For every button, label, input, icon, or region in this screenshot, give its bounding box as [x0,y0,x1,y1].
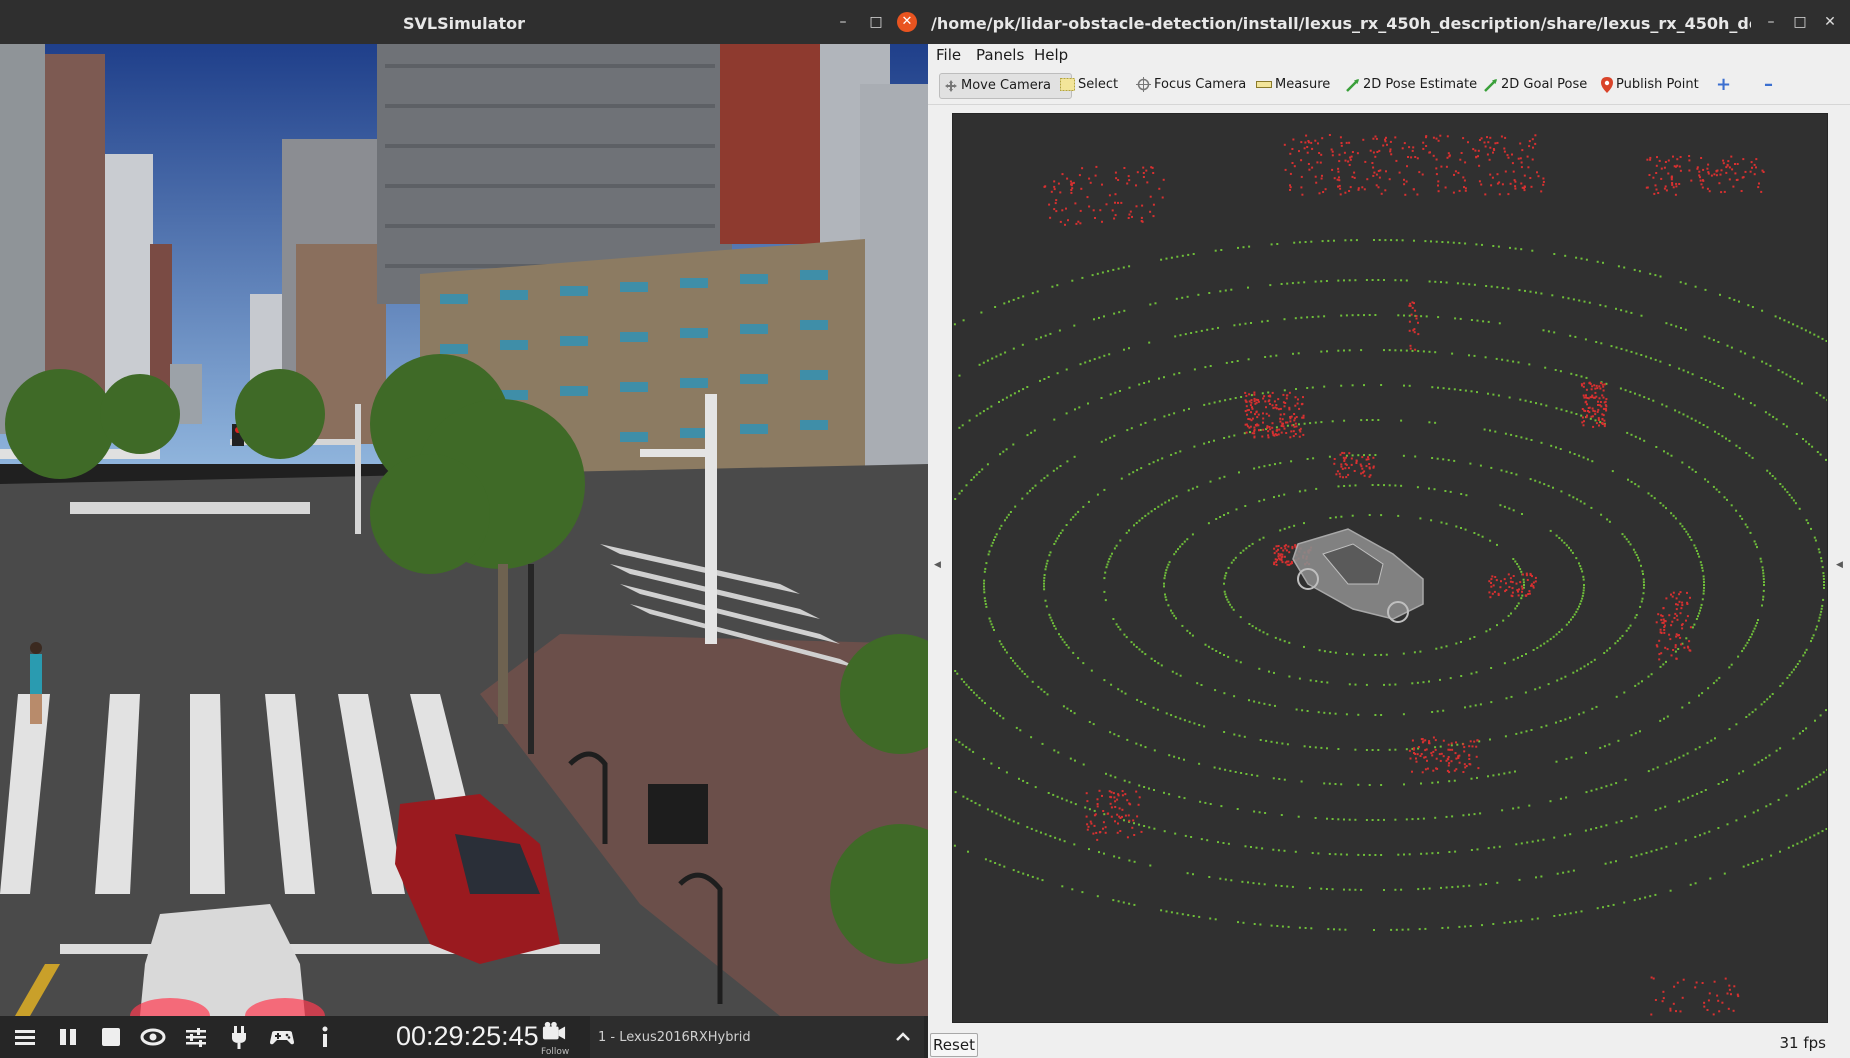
ego-vehicle-model [1292,528,1424,623]
pose-estimate-tool[interactable]: 2D Pose Estimate [1346,73,1477,97]
select-icon [1060,78,1075,91]
sliders-icon[interactable] [182,1023,210,1051]
move-icon [945,79,957,92]
svl-simulator-window: SVLSimulator – □ ✕ 00:29:25:45 Follow 1 … [0,0,928,1058]
select-tool[interactable]: Select [1060,73,1118,97]
focus-camera-label: Focus Camera [1154,77,1247,92]
vehicle-name: 1 - Lexus2016RXHybrid [598,1030,751,1045]
publish-point-label: Publish Point [1616,77,1699,92]
follow-camera-icon[interactable] [541,1020,567,1044]
select-label: Select [1078,77,1119,92]
green-arrow-icon [1346,78,1359,92]
menu-help[interactable]: Help [1034,46,1068,64]
focus-camera-tool[interactable]: Focus Camera [1136,73,1246,97]
green-arrow-icon [1484,78,1497,92]
focus-icon [1136,77,1151,92]
pose-estimate-label: 2D Pose Estimate [1363,77,1478,92]
left-dock-collapse[interactable]: ◀ [928,105,948,1025]
maximize-icon[interactable]: □ [1791,13,1809,31]
city-scene [0,44,928,1016]
goal-pose-tool[interactable]: 2D Goal Pose [1484,73,1587,97]
rviz-window-title: /home/pk/lidar-obstacle-detection/instal… [931,14,1751,33]
eye-icon[interactable] [139,1023,167,1051]
maximize-icon[interactable]: □ [867,13,885,31]
simulator-camera-view[interactable] [0,44,928,1016]
minimize-icon[interactable]: – [834,13,852,31]
gamepad-icon[interactable] [268,1023,296,1051]
simulator-control-bar: 00:29:25:45 Follow 1 - Lexus2016RXHybrid [0,1016,928,1058]
minimize-icon[interactable]: – [1762,13,1780,31]
simulation-time: 00:29:25:45 [396,1021,539,1051]
tool-bar: Move Camera Select Focus Camera Measure … [928,66,1850,105]
rviz-3d-viewport[interactable] [952,113,1828,1023]
plug-icon[interactable] [225,1023,253,1051]
goal-pose-label: 2D Goal Pose [1501,77,1588,92]
stop-icon[interactable] [97,1023,125,1051]
publish-point-tool[interactable]: Publish Point [1601,73,1699,97]
ruler-icon [1256,81,1272,88]
follow-label: Follow [541,1047,570,1057]
close-icon[interactable]: ✕ [897,12,917,32]
close-icon[interactable]: ✕ [1821,13,1839,31]
svl-title-bar: SVLSimulator – □ ✕ [0,0,928,44]
move-camera-tool[interactable]: Move Camera [939,73,1073,99]
menu-panels[interactable]: Panels [976,46,1024,64]
info-icon[interactable] [311,1023,339,1051]
right-dock-collapse[interactable]: ◀ [1830,105,1850,1025]
rviz-title-bar: /home/pk/lidar-obstacle-detection/instal… [928,0,1850,44]
pause-icon[interactable] [54,1023,82,1051]
svl-window-title: SVLSimulator [403,14,525,33]
rviz-window: /home/pk/lidar-obstacle-detection/instal… [928,0,1850,1058]
vehicle-selector[interactable]: 1 - Lexus2016RXHybrid [590,1016,924,1058]
measure-tool[interactable]: Measure [1256,73,1330,97]
move-camera-label: Move Camera [961,78,1052,93]
chevron-left-icon: ◀ [934,560,941,570]
reset-button[interactable]: Reset [930,1033,978,1057]
measure-label: Measure [1275,77,1331,92]
chevron-left-icon: ◀ [1836,560,1843,570]
remove-tool-icon[interactable]: – [1764,73,1773,97]
chevron-up-icon[interactable] [892,1026,914,1048]
menu-bar: File Panels Help [928,44,1850,66]
map-pin-icon [1601,76,1613,93]
status-bar: Reset 31 fps [928,1025,1850,1058]
lidar-point-cloud [953,134,1827,1016]
add-tool-icon[interactable]: + [1716,73,1731,97]
menu-file[interactable]: File [936,46,961,64]
fps-counter: 31 fps [1779,1034,1826,1052]
menu-icon[interactable] [11,1023,39,1051]
